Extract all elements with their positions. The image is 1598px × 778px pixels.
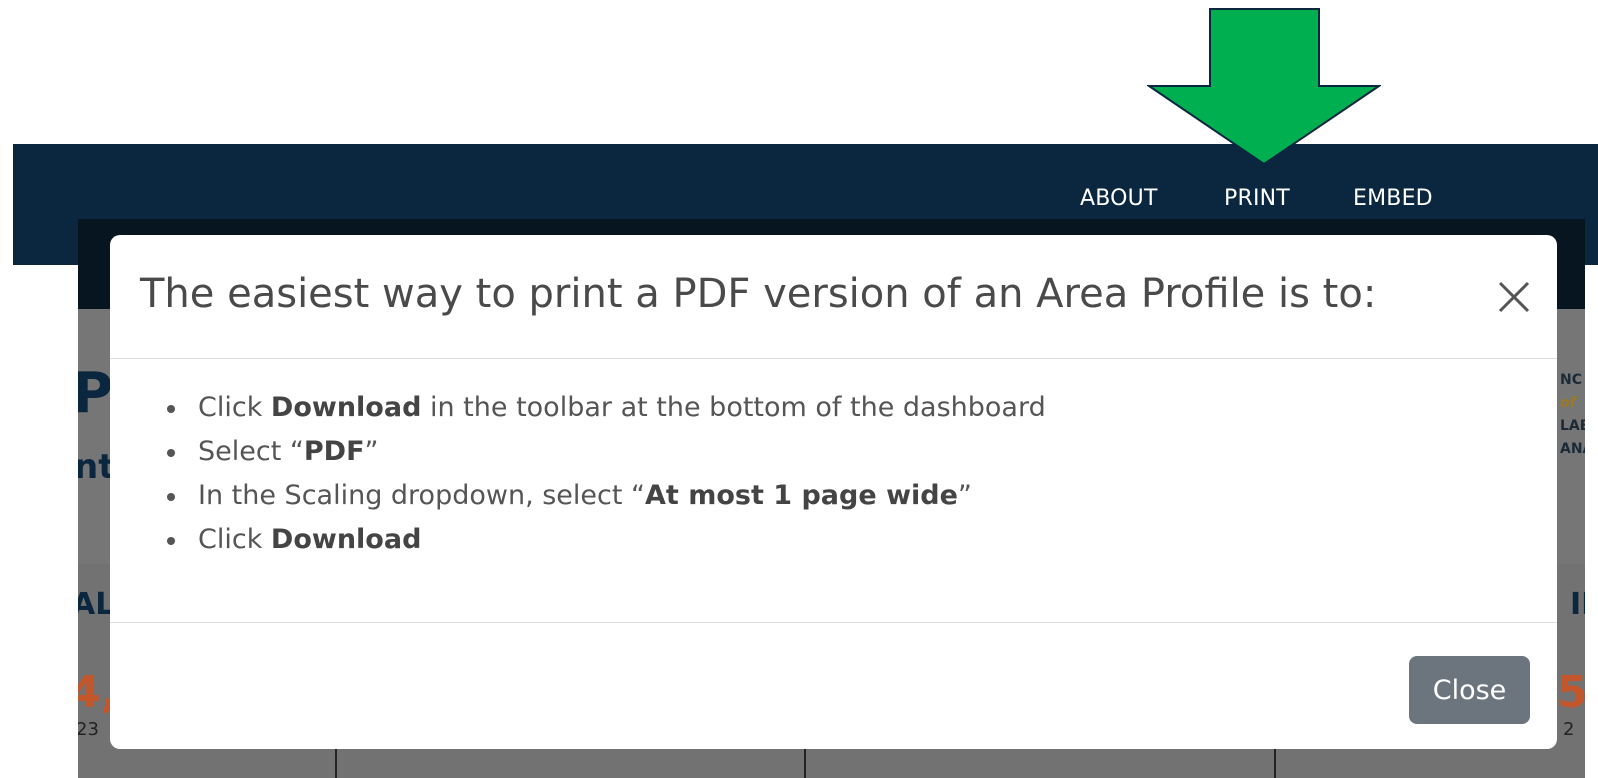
nav-embed-link[interactable]: EMBED <box>1353 186 1433 211</box>
print-instructions-modal: The easiest way to print a PDF version o… <box>110 235 1557 749</box>
nav-about-link[interactable]: ABOUT <box>1080 186 1158 211</box>
instruction-step: Select “PDF” <box>167 430 1046 474</box>
background-logo-line: of <box>1560 395 1576 411</box>
modal-title: The easiest way to print a PDF version o… <box>140 271 1377 317</box>
instruction-step: Click Download in the toolbar at the bot… <box>167 386 1046 430</box>
background-stat-year-right: 2 <box>1563 719 1575 740</box>
modal-header: The easiest way to print a PDF version o… <box>110 235 1557 359</box>
background-logo-line: ANA <box>1560 441 1585 457</box>
step-text: In the Scaling dropdown, select “ <box>198 480 646 511</box>
instruction-step: In the Scaling dropdown, select “At most… <box>167 474 1046 518</box>
background-logo-line: LAB <box>1560 418 1585 434</box>
step-text: Click <box>198 392 271 423</box>
step-text: Select “ <box>198 436 304 467</box>
background-logo-line: NC <box>1560 372 1582 388</box>
background-stat-label-left: AL <box>78 587 115 622</box>
step-text: ” <box>364 436 379 467</box>
background-page-subheading: nt <box>78 447 115 487</box>
background-stat-year-left: 23 <box>78 719 99 740</box>
down-arrow-icon <box>1147 8 1381 166</box>
background-stat-label-right: II <box>1570 587 1585 622</box>
modal-footer: Close <box>110 622 1557 749</box>
step-text: in the toolbar at the bottom of the dash… <box>421 392 1046 423</box>
step-text: ” <box>957 480 972 511</box>
step-bold-text: PDF <box>303 436 365 467</box>
modal-body: Click Download in the toolbar at the bot… <box>110 359 1557 622</box>
nav-print-link[interactable]: PRINT <box>1224 186 1290 211</box>
background-logo: NC of LAB ANA <box>1560 369 1585 461</box>
close-button[interactable]: Close <box>1409 656 1530 724</box>
step-bold-text: At most 1 page wide <box>645 480 958 511</box>
close-icon[interactable] <box>1497 280 1531 314</box>
step-bold-text: Download <box>270 524 422 555</box>
instruction-step: Click Download <box>167 518 1046 562</box>
background-stat-value-right: 54 <box>1557 667 1585 718</box>
step-text: Click <box>198 524 271 555</box>
step-bold-text: Download <box>270 392 422 423</box>
instruction-list: Click Download in the toolbar at the bot… <box>167 386 1046 562</box>
